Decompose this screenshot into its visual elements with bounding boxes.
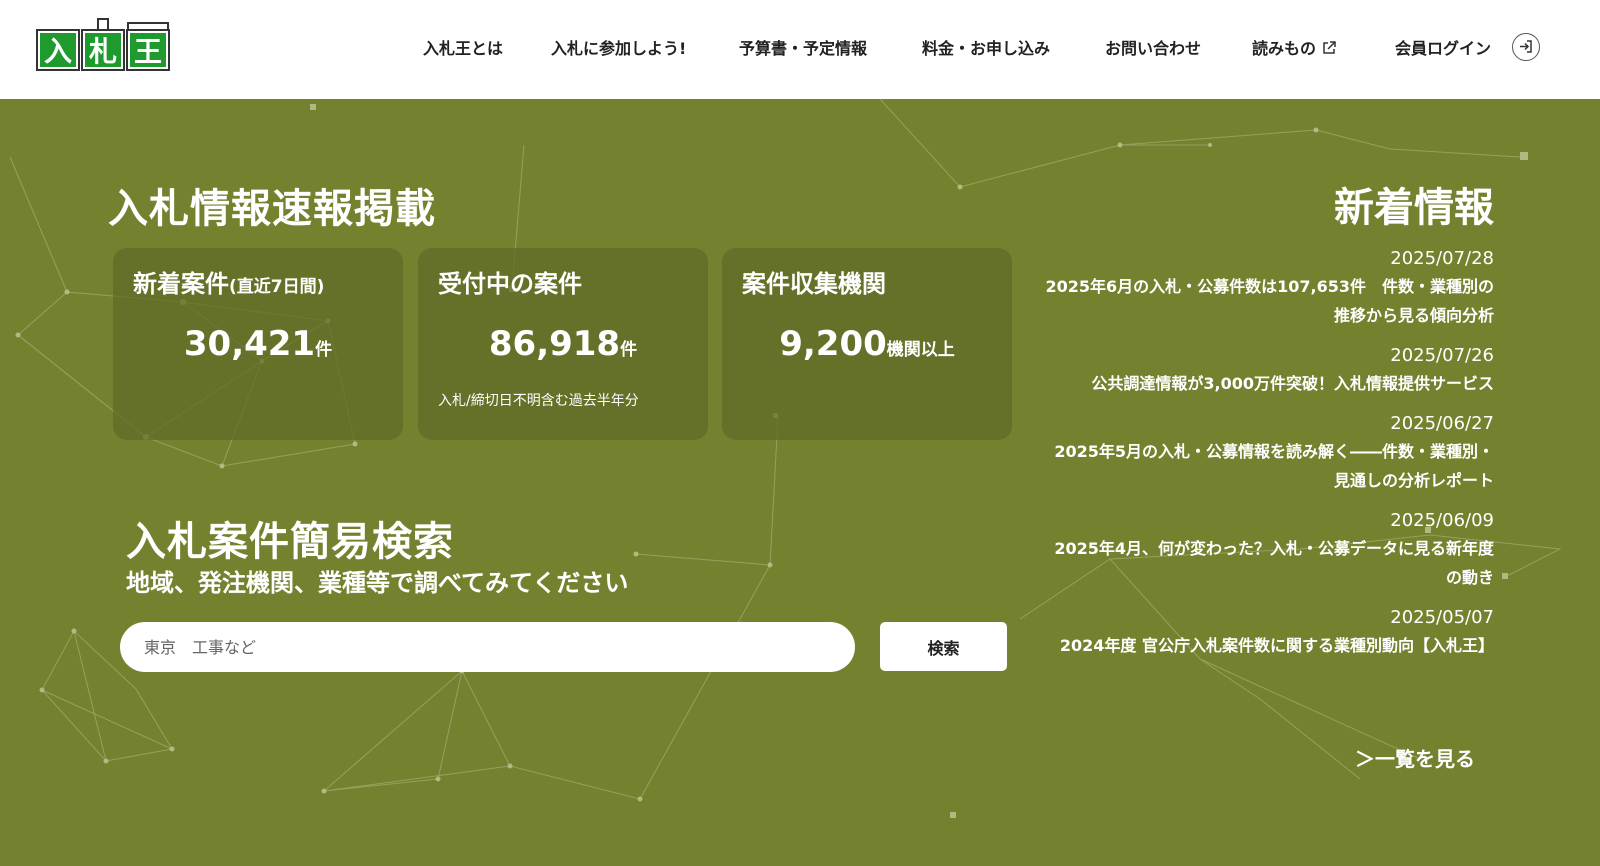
stat-card-note: 入札/締切日不明含む過去半年分 bbox=[438, 393, 639, 409]
news-link[interactable]: 公共調達情報が3,000万件突破！入札情報提供サービス bbox=[1040, 369, 1494, 398]
stat-card-title: 受付中の案件 bbox=[438, 264, 582, 299]
site-header: 入 札 王 入札王とは 入札に参加しよう! 予算書・予定情報 料金・お申し込み … bbox=[0, 0, 1600, 99]
nav-about[interactable]: 入札王とは bbox=[423, 34, 503, 64]
news-link[interactable]: 2025年6月の入札・公募件数は107,653件 件数・業種別の推移から見る傾向… bbox=[1040, 272, 1494, 330]
news-item: 2025/07/28 2025年6月の入札・公募件数は107,653件 件数・業… bbox=[1040, 246, 1494, 330]
nav-participate[interactable]: 入札に参加しよう! bbox=[551, 34, 686, 64]
svg-text:王: 王 bbox=[134, 35, 162, 68]
stat-card-value: 86,918件 bbox=[418, 324, 708, 364]
news-item: 2025/06/09 2025年4月、何が変わった？入札・公募データに見る新年度… bbox=[1040, 508, 1494, 592]
logo[interactable]: 入 札 王 bbox=[36, 17, 172, 73]
nav-contact[interactable]: お問い合わせ bbox=[1105, 34, 1201, 64]
nav-member-login-label: 会員ログイン bbox=[1395, 39, 1492, 58]
search-section-subtitle: 地域、発注機関、業種等で調べてみてください bbox=[126, 569, 629, 597]
news-date: 2025/06/27 bbox=[1390, 413, 1494, 434]
svg-text:札: 札 bbox=[89, 35, 117, 68]
news-date: 2025/05/07 bbox=[1390, 607, 1494, 628]
search-section-title: 入札案件簡易検索 bbox=[126, 519, 454, 565]
svg-text:入: 入 bbox=[44, 35, 72, 68]
hero-section: 入札情報速報掲載 新着案件(直近7日間) 30,421件 受付中の案件 86,9… bbox=[0, 99, 1600, 866]
news-item: 2025/05/07 2024年度 官公庁入札案件数に関する業種別動向【入札王】 bbox=[1040, 605, 1494, 660]
nav-about-label: 入札王とは bbox=[423, 39, 504, 58]
news-item: 2025/07/26 公共調達情報が3,000万件突破！入札情報提供サービス bbox=[1040, 343, 1494, 398]
news-link[interactable]: 2025年4月、何が変わった？入札・公募データに見る新年度の動き bbox=[1040, 534, 1494, 592]
stat-card-number: 86,918 bbox=[488, 324, 621, 364]
stat-card-number: 30,421 bbox=[183, 324, 316, 364]
news-date: 2025/07/28 bbox=[1390, 248, 1494, 269]
logo-mark: 入 札 王 bbox=[36, 18, 170, 71]
stat-card-unit: 機関以上 bbox=[886, 340, 955, 360]
search-button[interactable]: 検索 bbox=[880, 622, 1007, 671]
stat-card-value: 9,200機関以上 bbox=[722, 324, 1012, 364]
stat-card-unit: 件 bbox=[620, 340, 638, 360]
login-icon[interactable] bbox=[1512, 33, 1540, 61]
stat-card-subtitle: (直近7日間) bbox=[229, 277, 325, 297]
news-view-all-link[interactable]: ＞一覧を見る bbox=[1355, 743, 1475, 772]
stats-section-title: 入札情報速報掲載 bbox=[108, 186, 436, 232]
nav-pricing[interactable]: 料金・お申し込み bbox=[922, 34, 1050, 64]
nav-contact-label: お問い合わせ bbox=[1105, 39, 1202, 58]
nav-articles-label: 読みもの bbox=[1252, 39, 1317, 58]
search-input[interactable] bbox=[120, 622, 855, 672]
stat-card-open-cases: 受付中の案件 86,918件 入札/締切日不明含む過去半年分 bbox=[418, 248, 708, 440]
news-list: 2025/07/28 2025年6月の入札・公募件数は107,653件 件数・業… bbox=[1040, 246, 1494, 673]
stat-card-title: 案件収集機関 bbox=[742, 264, 886, 299]
stat-card-number: 9,200 bbox=[779, 324, 887, 364]
external-link-icon bbox=[1323, 41, 1336, 54]
stat-card-new-cases: 新着案件(直近7日間) 30,421件 bbox=[113, 248, 403, 440]
nav-budget-info-label: 予算書・予定情報 bbox=[739, 39, 868, 58]
news-item: 2025/06/27 2025年5月の入札・公募情報を読み解く――件数・業種別・… bbox=[1040, 411, 1494, 495]
stat-card-title-text: 受付中の案件 bbox=[438, 270, 582, 298]
news-section-title: 新着情報 bbox=[1334, 185, 1494, 231]
stat-card-agencies: 案件収集機関 9,200機関以上 bbox=[722, 248, 1012, 440]
stat-card-title-text: 案件収集機関 bbox=[742, 270, 886, 298]
news-date: 2025/06/09 bbox=[1390, 510, 1494, 531]
news-date: 2025/07/26 bbox=[1390, 345, 1494, 366]
stat-card-title-text: 新着案件 bbox=[133, 270, 229, 298]
nav-participate-label: 入札に参加しよう! bbox=[551, 39, 687, 58]
nav-budget-info[interactable]: 予算書・予定情報 bbox=[739, 34, 867, 64]
news-link[interactable]: 2025年5月の入札・公募情報を読み解く――件数・業種別・見通しの分析レポート bbox=[1040, 437, 1494, 495]
stat-card-value: 30,421件 bbox=[113, 324, 403, 364]
news-link[interactable]: 2024年度 官公庁入札案件数に関する業種別動向【入札王】 bbox=[1040, 631, 1494, 660]
nav-pricing-label: 料金・お申し込み bbox=[922, 39, 1051, 58]
stat-card-unit: 件 bbox=[315, 340, 333, 360]
nav-member-login[interactable]: 会員ログイン bbox=[1395, 34, 1491, 64]
stat-card-title: 新着案件(直近7日間) bbox=[133, 264, 324, 299]
nav-articles[interactable]: 読みもの bbox=[1252, 34, 1336, 64]
